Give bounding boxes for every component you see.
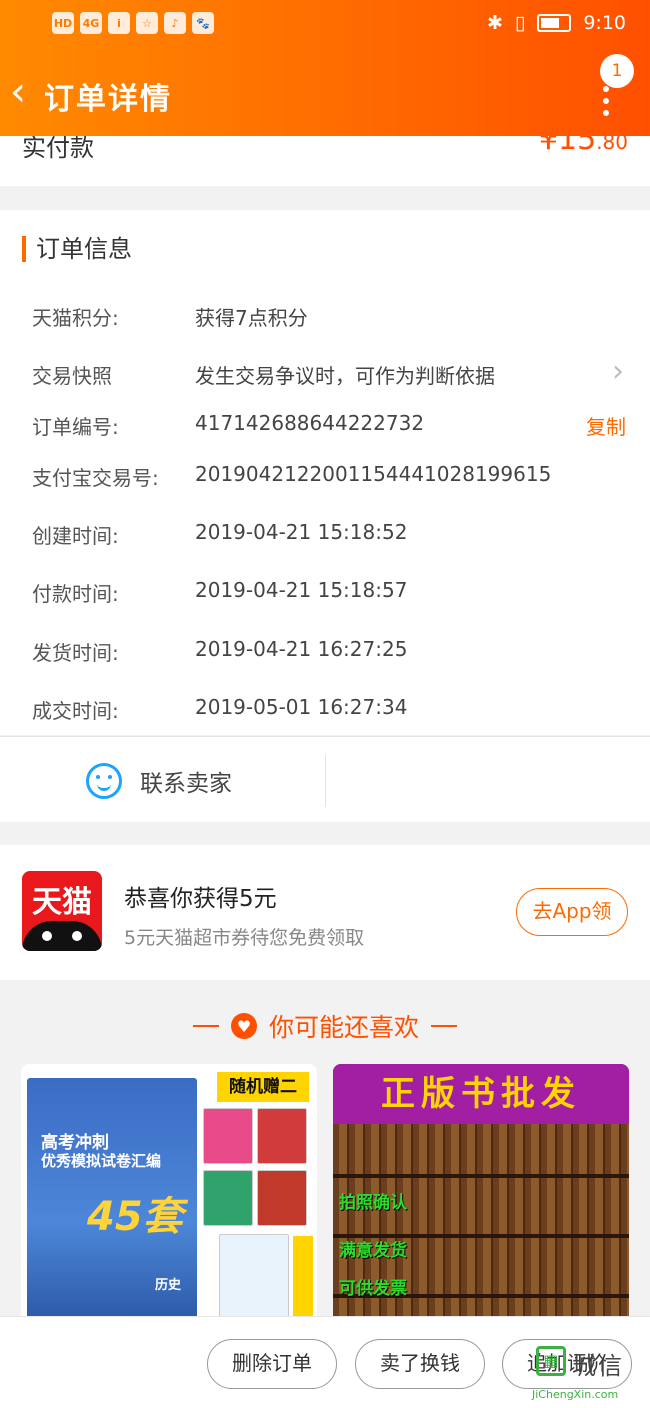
book-title-line3: 45套 xyxy=(87,1194,183,1240)
divider xyxy=(325,755,326,807)
info-row-snapshot[interactable]: 交易快照 发生交易争议时，可作为判断依据 › xyxy=(32,352,632,392)
info-row-order-number: 订单编号: 417142688644222732 复制 xyxy=(32,403,632,443)
info-value: 2019-04-21 15:18:52 xyxy=(195,520,408,544)
info-value: 发生交易争议时，可作为判断依据 xyxy=(195,364,495,388)
info-key: 付款时间: xyxy=(32,582,119,606)
info-value: 2019-04-21 15:18:57 xyxy=(195,578,408,602)
chevron-left-icon: ‹ xyxy=(10,69,26,115)
contact-seller-label: 联系卖家 xyxy=(140,771,232,797)
info-key: 成交时间: xyxy=(32,699,119,723)
bluetooth-icon: ✱ xyxy=(486,12,503,34)
watermark-cn: 城信 xyxy=(572,1352,624,1380)
mini-book-image xyxy=(257,1108,307,1164)
info-row-paid: 付款时间: 2019-04-21 15:18:57 xyxy=(32,570,632,610)
info-value: 2019-04-21 16:27:25 xyxy=(195,637,408,661)
tmall-logo: 天猫 xyxy=(22,871,102,951)
watermark-en: JiChengXin.com xyxy=(532,1388,619,1401)
info-row-shipped: 发货时间: 2019-04-21 16:27:25 xyxy=(32,629,632,669)
signal-icon: 4G xyxy=(80,12,102,34)
divider xyxy=(431,1025,457,1027)
watermark-logo-icon: ▦ xyxy=(536,1346,566,1376)
section-title: 订单信息 xyxy=(22,236,132,262)
info-value: 获得7点积分 xyxy=(195,306,308,330)
title-bar: ‹ 订单详情 xyxy=(0,56,650,136)
info-key: 交易快照 xyxy=(32,364,112,388)
contact-seller-button[interactable]: 联系卖家 xyxy=(86,759,232,803)
smile-chat-icon xyxy=(86,763,122,799)
status-icons-right: ✱ ▯ 9:10 xyxy=(487,12,626,34)
info-key: 订单编号: xyxy=(32,415,119,439)
info-value: 417142688644222732 xyxy=(195,411,425,435)
more-menu-button[interactable] xyxy=(596,86,616,130)
info-row-created: 创建时间: 2019-04-21 15:18:52 xyxy=(32,512,632,552)
clock: 9:10 xyxy=(583,12,626,34)
info-row-points: 天猫积分: 获得7点积分 xyxy=(32,294,632,334)
shelf-divider xyxy=(333,1174,629,1178)
status-bar: HD 4G i ☆ ♪ 🐾 ✱ ▯ 9:10 xyxy=(0,0,650,48)
book-subject: 历史 xyxy=(155,1278,182,1293)
heart-icon: ♥ xyxy=(230,1013,257,1039)
paw-app-icon: 🐾 xyxy=(192,12,214,34)
mini-book-image xyxy=(219,1234,289,1318)
tiktok-app-icon: ♪ xyxy=(164,12,186,34)
star-app-icon: ☆ xyxy=(136,12,158,34)
side-tag xyxy=(293,1236,313,1320)
resell-button[interactable]: 卖了换钱 xyxy=(355,1339,485,1389)
banner-line: 可供发票 xyxy=(339,1279,407,1299)
info-key: 支付宝交易号: xyxy=(32,466,159,490)
product-card[interactable]: 正版书批发 拍照确认 满意发货 可供发票 xyxy=(333,1064,629,1324)
cat-face-icon xyxy=(22,921,102,951)
info-app-icon: i xyxy=(108,12,130,34)
info-value: 2019042122001154441028199615 xyxy=(195,462,552,486)
status-icons-left: HD 4G i ☆ ♪ 🐾 xyxy=(52,12,214,34)
notification-badge: 1 xyxy=(600,54,634,88)
banner-line: 拍照确认 xyxy=(339,1193,407,1213)
info-value: 2019-05-01 16:27:34 xyxy=(195,695,408,719)
gift-tag: 随机赠二 xyxy=(217,1072,309,1102)
product-image: 高考冲刺 优秀模拟试卷汇编 45套 历史 xyxy=(27,1078,197,1318)
site-watermark: ▦ 城信 JiChengXin.com xyxy=(532,1346,650,1408)
mini-book-image xyxy=(203,1108,253,1164)
hd-icon: HD xyxy=(52,12,74,34)
product-card[interactable]: 高考冲刺 优秀模拟试卷汇编 45套 历史 随机赠二 xyxy=(21,1064,317,1324)
page-title: 订单详情 xyxy=(44,82,172,117)
banner-title: 正版书批发 xyxy=(333,1064,629,1124)
info-row-completed: 成交时间: 2019-05-01 16:27:34 xyxy=(32,687,632,727)
book-title-line2: 优秀模拟试卷汇编 xyxy=(41,1152,162,1170)
recommend-header: ♥ 你可能还喜欢 xyxy=(0,1008,650,1044)
info-key: 天猫积分: xyxy=(32,306,119,330)
divider xyxy=(192,1025,219,1027)
battery-icon xyxy=(537,14,572,32)
info-key: 创建时间: xyxy=(32,524,119,548)
order-info-section: 订单信息 天猫积分: 获得7点积分 交易快照 发生交易争议时，可作为判断依据 ›… xyxy=(0,210,650,735)
promo-title: 恭喜你获得5元 xyxy=(124,886,277,912)
recommend-title: 你可能还喜欢 xyxy=(268,1013,419,1042)
back-button[interactable]: ‹ xyxy=(10,68,26,116)
tmall-logo-text: 天猫 xyxy=(32,885,92,920)
copy-button[interactable]: 复制 xyxy=(586,411,626,440)
app-header: HD 4G i ☆ ♪ 🐾 ✱ ▯ 9:10 ‹ 订单详情 1 xyxy=(0,0,650,136)
open-app-button[interactable]: 去App领 xyxy=(516,888,628,936)
info-key: 发货时间: xyxy=(32,641,119,665)
mini-book-image xyxy=(257,1170,307,1226)
promo-subtitle: 5元天猫超市券待您免费领取 xyxy=(124,927,365,949)
mini-book-image xyxy=(203,1170,253,1226)
vibrate-icon: ▯ xyxy=(514,12,526,34)
banner-line: 满意发货 xyxy=(339,1241,407,1261)
chevron-right-icon: › xyxy=(612,354,624,389)
delete-order-button[interactable]: 删除订单 xyxy=(207,1339,337,1389)
info-row-alipay-number: 支付宝交易号: 2019042122001154441028199615 xyxy=(32,454,632,494)
contact-bar: 联系卖家 xyxy=(0,736,650,822)
coupon-promo: 天猫 恭喜你获得5元 5元天猫超市券待您免费领取 去App领 xyxy=(0,845,650,980)
